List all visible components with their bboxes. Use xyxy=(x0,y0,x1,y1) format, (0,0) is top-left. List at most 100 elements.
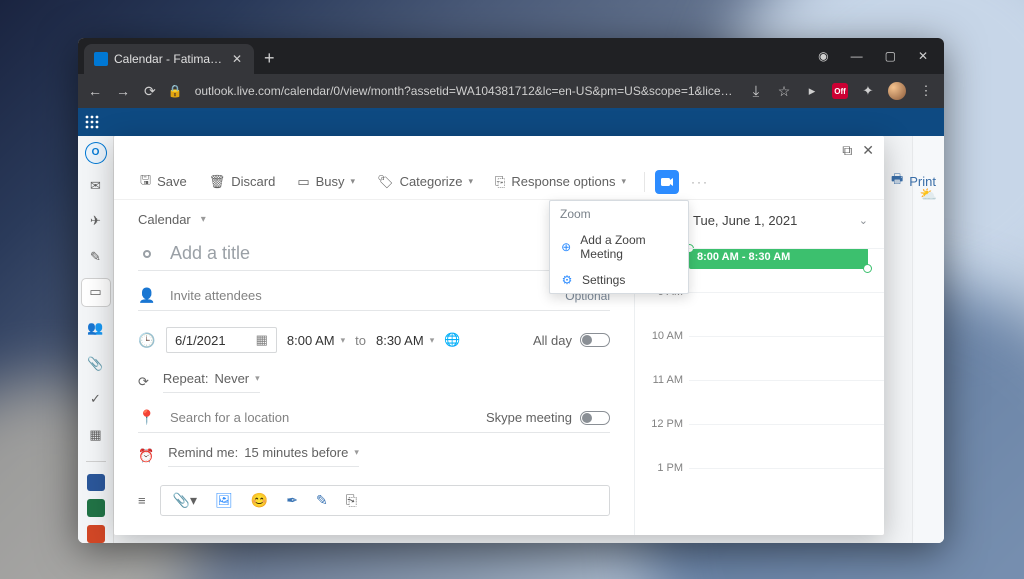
repeat-selector[interactable]: Repeat: Never ▾ xyxy=(163,371,260,393)
calendar-selector[interactable]: Calendar ▾ xyxy=(138,212,610,227)
rail-people-icon[interactable]: 👥 xyxy=(82,314,110,342)
start-time-input[interactable]: 8:00 AM ▾ xyxy=(287,333,345,348)
hour-line xyxy=(689,380,884,381)
close-window-button[interactable]: ✕ xyxy=(918,49,928,63)
categorize-selector[interactable]: 🏷 Categorize ▾ xyxy=(369,170,481,194)
panel-header: ⧉ ✕ xyxy=(114,136,884,164)
rail-powerpoint-icon[interactable] xyxy=(87,525,105,543)
nav-buttons: ← → ⟳ xyxy=(88,83,156,100)
profile-avatar[interactable] xyxy=(888,82,906,100)
zoom-add-meeting-item[interactable]: ⊕ Add a Zoom Meeting xyxy=(550,227,688,267)
reload-button[interactable]: ⟳ xyxy=(144,83,156,100)
template-button[interactable]: ⎘ xyxy=(346,492,357,509)
chevron-down-icon: ▾ xyxy=(201,214,206,225)
format-button[interactable]: ✒ xyxy=(286,492,298,509)
repeat-value: Never xyxy=(214,371,249,386)
busy-icon: ▭ xyxy=(297,174,309,190)
end-time-input[interactable]: 8:30 AM ▾ xyxy=(376,333,434,348)
tab-close-icon[interactable]: ✕ xyxy=(230,52,244,66)
extension-off-badge[interactable]: Off xyxy=(832,83,848,99)
location-input[interactable]: Search for a location xyxy=(170,410,472,425)
remind-row: ⏰ Remind me: 15 minutes before ▾ xyxy=(138,445,610,467)
title-row: Add a title xyxy=(138,239,610,271)
popout-icon[interactable]: ⧉ xyxy=(842,142,852,159)
save-button[interactable]: 🖫 Save xyxy=(132,167,195,197)
maximize-button[interactable]: ▢ xyxy=(885,49,896,63)
rail-send-icon[interactable]: ✈ xyxy=(82,207,110,235)
trash-icon: 🗑 xyxy=(209,174,226,190)
event-panel: ⧉ ✕ 🖫 Save 🗑 Discard ▭ Busy ▾ 🏷 xyxy=(114,136,884,535)
rail-addins-icon[interactable]: ▦ xyxy=(82,421,110,449)
install-app-icon[interactable]: ⤓ xyxy=(748,83,764,99)
rail-attach-icon[interactable]: 📎 xyxy=(82,350,110,378)
rail-mail-icon[interactable]: ✉ xyxy=(82,172,110,200)
print-icon: 🖶 xyxy=(891,170,903,192)
repeat-icon: ⟳ xyxy=(138,374,149,390)
response-label: Response options xyxy=(511,174,615,189)
rail-word-icon[interactable] xyxy=(87,474,105,492)
all-day-toggle[interactable] xyxy=(580,333,610,347)
close-panel-icon[interactable]: ✕ xyxy=(862,142,874,159)
more-actions-button[interactable]: ··· xyxy=(691,175,709,189)
event-toolbar: 🖫 Save 🗑 Discard ▭ Busy ▾ 🏷 Categorize ▾ xyxy=(114,164,884,200)
print-label: Print xyxy=(909,174,936,189)
person-icon: 👤 xyxy=(138,287,156,304)
print-button[interactable]: 🖶 Print xyxy=(891,170,936,192)
hour-label: 12 PM xyxy=(651,418,683,430)
rail-todo-icon[interactable]: ✓ xyxy=(82,385,110,413)
skype-toggle[interactable] xyxy=(580,411,610,425)
emoji-button[interactable]: 😊 xyxy=(251,492,268,509)
forward-button[interactable]: → xyxy=(116,83,130,100)
signature-button[interactable]: ✎ xyxy=(316,492,328,509)
new-tab-button[interactable]: + xyxy=(264,48,275,69)
location-row: 📍 Search for a location Skype meeting xyxy=(138,405,610,433)
attendees-input[interactable]: Invite attendees xyxy=(170,288,551,303)
location-icon: 📍 xyxy=(138,409,156,426)
extension-icons: ⤓ ☆ ▸ Off ✦ ⋮ xyxy=(748,82,934,100)
url-text[interactable]: outlook.live.com/calendar/0/view/month?a… xyxy=(195,84,736,98)
chevron-down-icon: ▾ xyxy=(255,373,260,384)
rail-calendar-icon[interactable]: ▭ xyxy=(82,279,110,307)
busy-label: Busy xyxy=(316,174,345,189)
save-label: Save xyxy=(157,174,187,189)
remind-selector[interactable]: Remind me: 15 minutes before ▾ xyxy=(168,445,359,467)
window-controls: ◉ — ▢ ✕ xyxy=(802,49,944,63)
skype-label: Skype meeting xyxy=(486,410,572,425)
rail-outlook-icon[interactable]: O xyxy=(85,142,107,164)
outlook-app: O ✉ ✈ ✎ ▭ 👥 📎 ✓ ▦ ⛅ 🖶 Print ⧉ ✕ xyxy=(78,108,944,543)
title-input[interactable]: Add a title xyxy=(170,243,610,264)
timezone-icon[interactable]: 🌐 xyxy=(444,332,460,348)
to-label: to xyxy=(355,333,366,348)
zoom-dropdown: Zoom ⊕ Add a Zoom Meeting ⚙ Settings xyxy=(549,200,689,294)
extensions-puzzle-icon[interactable]: ✦ xyxy=(860,83,876,99)
busy-selector[interactable]: ▭ Busy ▾ xyxy=(289,170,363,194)
rich-text-toolbar: 📎▾ 🖼 😊 ✒ ✎ ⎘ xyxy=(160,485,610,516)
zoom-settings-item[interactable]: ⚙ Settings xyxy=(550,267,688,293)
lock-icon[interactable]: 🔒 xyxy=(168,84,183,98)
discard-button[interactable]: 🗑 Discard xyxy=(201,170,284,194)
back-button[interactable]: ← xyxy=(88,83,102,100)
minimize-button[interactable]: — xyxy=(851,49,863,63)
chevron-down-icon[interactable]: ⌄ xyxy=(859,214,868,227)
suite-header xyxy=(78,108,944,136)
repeat-row: ⟳ Repeat: Never ▾ xyxy=(138,371,610,393)
attach-button[interactable]: 📎▾ xyxy=(173,492,197,509)
rail-excel-icon[interactable] xyxy=(87,499,105,517)
bookmark-star-icon[interactable]: ☆ xyxy=(776,83,792,99)
save-icon: 🖫 xyxy=(140,171,151,193)
browser-tab[interactable]: Calendar - Fatima Wahab - Outl… ✕ xyxy=(84,44,254,74)
extension-flag-icon[interactable]: ▸ xyxy=(804,83,820,99)
response-icon: ⎘ xyxy=(495,174,505,190)
record-icon[interactable]: ◉ xyxy=(818,49,828,63)
browser-menu-icon[interactable]: ⋮ xyxy=(918,83,934,99)
chevron-down-icon: ▾ xyxy=(341,335,346,346)
rail-drafts-icon[interactable]: ✎ xyxy=(82,243,110,271)
schedule-event[interactable]: 8:00 AM - 8:30 AM xyxy=(689,248,868,269)
schedule-date: Tue, June 1, 2021 xyxy=(693,213,797,228)
insert-image-button[interactable]: 🖼 xyxy=(215,492,233,509)
app-launcher-icon[interactable] xyxy=(78,108,106,136)
tag-icon: 🏷 xyxy=(377,174,394,190)
response-options-selector[interactable]: ⎘ Response options ▾ xyxy=(487,170,634,194)
date-input[interactable]: 6/1/2021 ▦ xyxy=(166,327,277,353)
zoom-addin-button[interactable] xyxy=(655,170,679,194)
